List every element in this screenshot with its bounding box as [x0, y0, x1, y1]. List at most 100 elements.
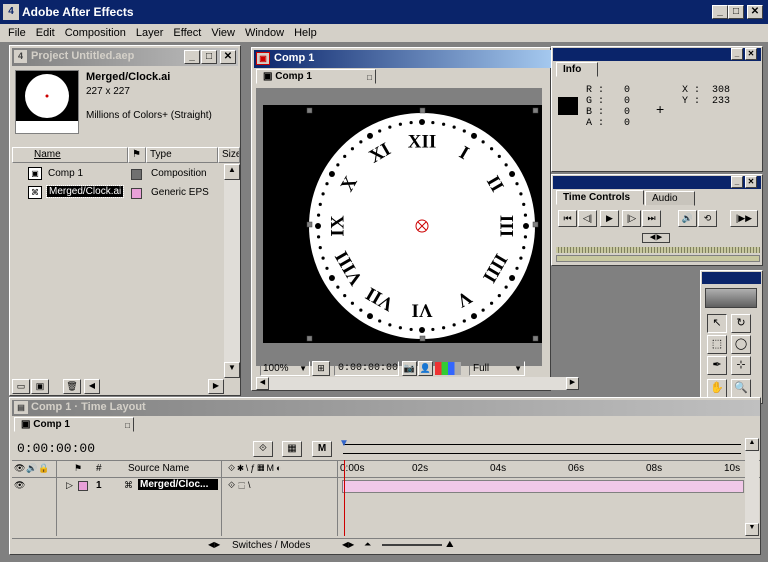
layer-duration-bar[interactable]: [342, 480, 744, 493]
menu-item-edit[interactable]: Edit: [31, 24, 60, 42]
new-folder-button[interactable]: ▭: [12, 379, 30, 394]
scroll-left-button[interactable]: ◀: [84, 379, 100, 394]
tc-close-button[interactable]: ✕: [745, 176, 757, 188]
zoom-tool-icon[interactable]: 🔍: [731, 379, 751, 398]
menu-item-composition[interactable]: Composition: [60, 24, 131, 42]
layer-name[interactable]: Merged/Cloc...: [138, 479, 218, 490]
next-frame-button[interactable]: |▷: [622, 210, 641, 227]
safe-margins-button[interactable]: ⊞: [312, 361, 330, 376]
clock-minute-dot: [471, 313, 477, 320]
color-swatch: [558, 97, 578, 115]
rotation-tool-icon[interactable]: ↻: [731, 314, 751, 333]
close-button[interactable]: ✕: [747, 5, 763, 19]
oval-mask-tool-icon[interactable]: ◯: [731, 335, 751, 354]
scroll-up-button[interactable]: ▲: [745, 438, 759, 451]
switches-modes-toggle[interactable]: Switches / Modes: [232, 540, 310, 551]
timeline-vscroll[interactable]: ▲ ▼: [745, 438, 759, 536]
info-minimize-button[interactable]: _: [731, 48, 743, 60]
project-close-button[interactable]: ✕: [220, 50, 236, 64]
info-close-button[interactable]: ✕: [745, 48, 757, 60]
zoom-slider[interactable]: [382, 544, 442, 546]
scroll-right-button[interactable]: ▶: [566, 377, 579, 390]
comp-viewer[interactable]: XII I II III IIII V VI VII VIII IX X XI: [256, 88, 580, 366]
scroll-left-button[interactable]: ◀: [256, 377, 269, 390]
project-vertical-scrollbar[interactable]: ▲ ▼: [224, 164, 240, 378]
scroll-up-button[interactable]: ▲: [224, 164, 240, 180]
project-column-header: Name ⚑ Type Size: [12, 147, 240, 163]
time-navigator[interactable]: ▼: [339, 438, 744, 458]
tab-close-icon[interactable]: □: [367, 71, 372, 84]
new-comp-button[interactable]: ▣: [31, 379, 49, 394]
column-label-icon[interactable]: ⚑: [128, 147, 146, 163]
audio-button[interactable]: 🔊: [678, 210, 697, 227]
motion-blur-button[interactable]: ⟐: [253, 441, 273, 457]
comp-timecode[interactable]: 0:00:00:00: [334, 361, 399, 376]
tab-time-controls[interactable]: Time Controls: [556, 190, 644, 205]
last-frame-button[interactable]: ⏭: [642, 210, 661, 227]
menu-item-help[interactable]: Help: [289, 24, 322, 42]
minimize-button[interactable]: _: [712, 5, 728, 19]
layer-eye-icon[interactable]: 👁: [14, 480, 25, 491]
frame-blend-button[interactable]: ▦: [282, 441, 302, 457]
clock-minute-dot: [519, 192, 523, 196]
menu-item-view[interactable]: View: [206, 24, 240, 42]
rectangle-mask-tool-icon[interactable]: ⬚: [707, 335, 727, 354]
menu-item-window[interactable]: Window: [240, 24, 289, 42]
project-minimize-button[interactable]: _: [184, 50, 200, 64]
layer-label-swatch[interactable]: [78, 481, 88, 491]
column-type[interactable]: Type: [146, 147, 218, 163]
previous-frame-button[interactable]: ◁|: [578, 210, 597, 227]
maximize-button[interactable]: □: [728, 5, 744, 19]
scroll-right-button[interactable]: ▶: [208, 379, 224, 394]
zoom-select[interactable]: 100% ▼: [260, 361, 310, 376]
motion-blur-m-button[interactable]: M: [312, 441, 332, 457]
layer-switches[interactable]: ⟐⬚\: [228, 480, 254, 491]
switches-toggle-icon[interactable]: ◀▶: [208, 540, 220, 549]
column-size[interactable]: Size: [218, 147, 240, 163]
ram-preview-button[interactable]: |▶▶: [730, 210, 758, 227]
rgb-channels-icon[interactable]: [435, 362, 461, 375]
clock-minute-dot: [497, 293, 501, 298]
trash-button[interactable]: 🗑: [63, 379, 81, 394]
tab-info[interactable]: Info: [556, 62, 598, 77]
menu-item-effect[interactable]: Effect: [168, 24, 206, 42]
time-controls-slider-track[interactable]: [556, 247, 760, 253]
zoom-out-icon[interactable]: ⏶: [364, 539, 371, 550]
tab-comp-1[interactable]: ▣ Comp 1 □: [256, 69, 376, 84]
comp-vscroll[interactable]: [542, 88, 550, 366]
comp-hscroll[interactable]: ◀ ▶: [256, 377, 579, 390]
scroll-down-button[interactable]: ▼: [224, 362, 240, 378]
layer-row[interactable]: 👁 ▷ 1 ⌘ Merged/Cloc... ⟐⬚\: [12, 479, 760, 495]
snapshot-button[interactable]: 📷: [402, 361, 417, 376]
layer-expand-arrow[interactable]: ▷: [66, 480, 73, 491]
time-controls-slider-track-2[interactable]: [556, 255, 760, 262]
pen-tool-icon[interactable]: ✒: [707, 356, 727, 375]
column-name[interactable]: Name: [12, 147, 128, 163]
timeline-timecode[interactable]: 0:00:00:00: [17, 441, 95, 456]
menu-item-layer[interactable]: Layer: [131, 24, 169, 42]
selection-tool-icon[interactable]: ↖: [707, 314, 727, 333]
resolution-select[interactable]: Full ▼: [469, 361, 525, 376]
project-maximize-button[interactable]: □: [201, 50, 217, 64]
current-time-indicator[interactable]: ▼: [339, 438, 349, 458]
first-frame-button[interactable]: ⏮: [558, 210, 577, 227]
menu-item-file[interactable]: File: [3, 24, 31, 42]
zoom-in-icon[interactable]: ⛰: [446, 539, 454, 550]
ae-icon[interactable]: 4: [3, 4, 19, 20]
scroll-arrows-icon[interactable]: ◀▶: [342, 540, 354, 549]
tab-close-icon[interactable]: □: [125, 419, 130, 432]
show-snapshot-button[interactable]: 👤: [418, 361, 433, 376]
tab-audio[interactable]: Audio: [645, 191, 695, 206]
time-ruler[interactable]: 0:00s 02s 04s 06s 08s 10s: [340, 461, 745, 477]
list-item[interactable]: ▣ Comp 1 Composition: [12, 166, 225, 184]
list-item[interactable]: ⌘ Merged/Clock.ai Generic EPS: [12, 185, 225, 203]
pan-behind-tool-icon[interactable]: ⊹: [731, 356, 751, 375]
hand-tool-icon[interactable]: ✋: [707, 379, 727, 398]
tab-timeline-comp-1[interactable]: ▣ Comp 1 □: [14, 417, 134, 432]
scroll-down-button[interactable]: ▼: [745, 523, 759, 536]
jog-shuttle[interactable]: ◀|▶: [642, 233, 670, 243]
play-button[interactable]: ▶: [600, 210, 619, 227]
loop-button[interactable]: ⟲: [698, 210, 717, 227]
column-source-name[interactable]: Source Name: [128, 463, 189, 474]
tc-minimize-button[interactable]: _: [731, 176, 743, 188]
